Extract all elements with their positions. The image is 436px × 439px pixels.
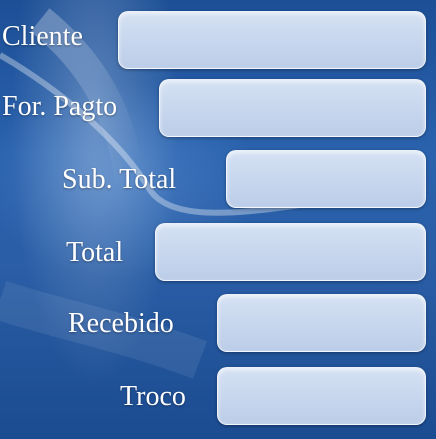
- forma-pagto-label: For. Pagto: [2, 91, 118, 122]
- troco-field[interactable]: [217, 367, 426, 425]
- forma-pagto-field[interactable]: [159, 79, 426, 137]
- recebido-field[interactable]: [217, 294, 426, 352]
- total-label: Total: [66, 237, 124, 268]
- total-field[interactable]: [155, 223, 426, 281]
- cliente-label: Cliente: [2, 21, 83, 52]
- recebido-label: Recebido: [68, 308, 174, 339]
- cliente-field[interactable]: [118, 11, 426, 69]
- subtotal-label: Sub. Total: [62, 164, 177, 195]
- troco-label: Troco: [120, 381, 186, 412]
- subtotal-field[interactable]: [226, 150, 426, 208]
